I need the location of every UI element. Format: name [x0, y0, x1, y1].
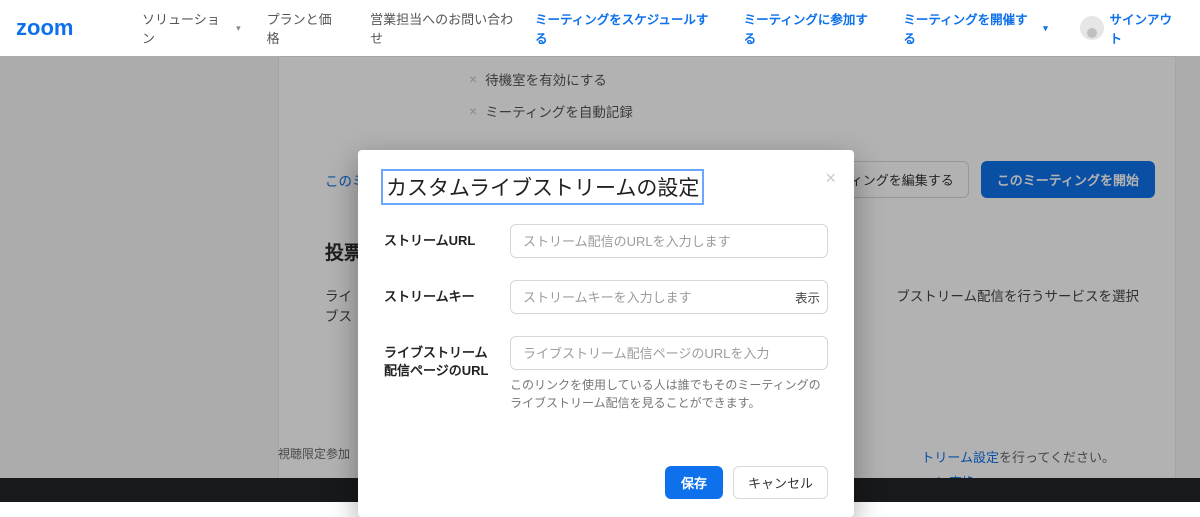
- chevron-down-icon: ▾: [1043, 23, 1048, 34]
- nav-label: ミーティングに参加する: [744, 9, 880, 47]
- stream-key-label: ストリームキー: [384, 280, 494, 306]
- nav-item-contact-sales[interactable]: 営業担当へのお問い合わせ: [370, 9, 525, 47]
- page-url-input[interactable]: [510, 336, 828, 370]
- page-url-label: ライブストリーム配信ページのURL: [384, 336, 494, 379]
- nav-label: ミーティングをスケジュールする: [535, 9, 720, 47]
- modal-close-button[interactable]: ×: [825, 168, 836, 189]
- custom-livestream-modal: カスタムライブストリームの設定 × ストリームURL ストリームキー 表示 ライ…: [358, 150, 854, 517]
- nav-item-host-meeting[interactable]: ミーティングを開催する ▾: [903, 9, 1047, 47]
- nav-label: 営業担当へのお問い合わせ: [370, 9, 525, 47]
- cancel-button[interactable]: キャンセル: [733, 466, 828, 499]
- nav-item-schedule-meeting[interactable]: ミーティングをスケジュールする: [535, 9, 720, 47]
- form-row-stream-key: ストリームキー 表示: [384, 280, 828, 314]
- nav-label: プランと価格: [267, 9, 344, 47]
- stream-url-input[interactable]: [510, 224, 828, 258]
- modal-actions: 保存 キャンセル: [384, 466, 828, 499]
- close-icon: ×: [825, 168, 836, 188]
- save-button[interactable]: 保存: [665, 466, 723, 499]
- nav-label: ソリューション: [142, 9, 232, 47]
- stream-key-input[interactable]: [510, 280, 828, 314]
- nav-item-plans-pricing[interactable]: プランと価格: [267, 9, 344, 47]
- page-url-helper: このリンクを使用している人は誰でもそのミーティングのライブストリーム配信を見るこ…: [510, 376, 828, 412]
- nav-item-join-meeting[interactable]: ミーティングに参加する: [744, 9, 880, 47]
- nav-item-solutions[interactable]: ソリューション ▾: [142, 9, 241, 47]
- zoom-logo[interactable]: zoom: [16, 16, 108, 40]
- avatar: [1080, 16, 1104, 40]
- form-row-stream-url: ストリームURL: [384, 224, 828, 258]
- show-key-button[interactable]: 表示: [795, 288, 820, 307]
- nav-right: ミーティングをスケジュールする ミーティングに参加する ミーティングを開催する …: [535, 9, 1184, 47]
- nav-left: ソリューション ▾ プランと価格 営業担当へのお問い合わせ: [142, 9, 525, 47]
- nav-label: ミーティングを開催する: [903, 9, 1039, 47]
- logo-text-svg: zoom: [16, 16, 73, 40]
- form-row-page-url: ライブストリーム配信ページのURL このリンクを使用している人は誰でもそのミーテ…: [384, 336, 828, 412]
- top-nav: zoom ソリューション ▾ プランと価格 営業担当へのお問い合わせ ミーティン…: [0, 0, 1200, 56]
- modal-title: カスタムライブストリームの設定: [384, 172, 701, 202]
- signout-link[interactable]: サインアウト: [1110, 9, 1184, 47]
- stream-url-label: ストリームURL: [384, 224, 494, 250]
- user-menu[interactable]: サインアウト: [1080, 9, 1184, 47]
- chevron-down-icon: ▾: [236, 23, 241, 34]
